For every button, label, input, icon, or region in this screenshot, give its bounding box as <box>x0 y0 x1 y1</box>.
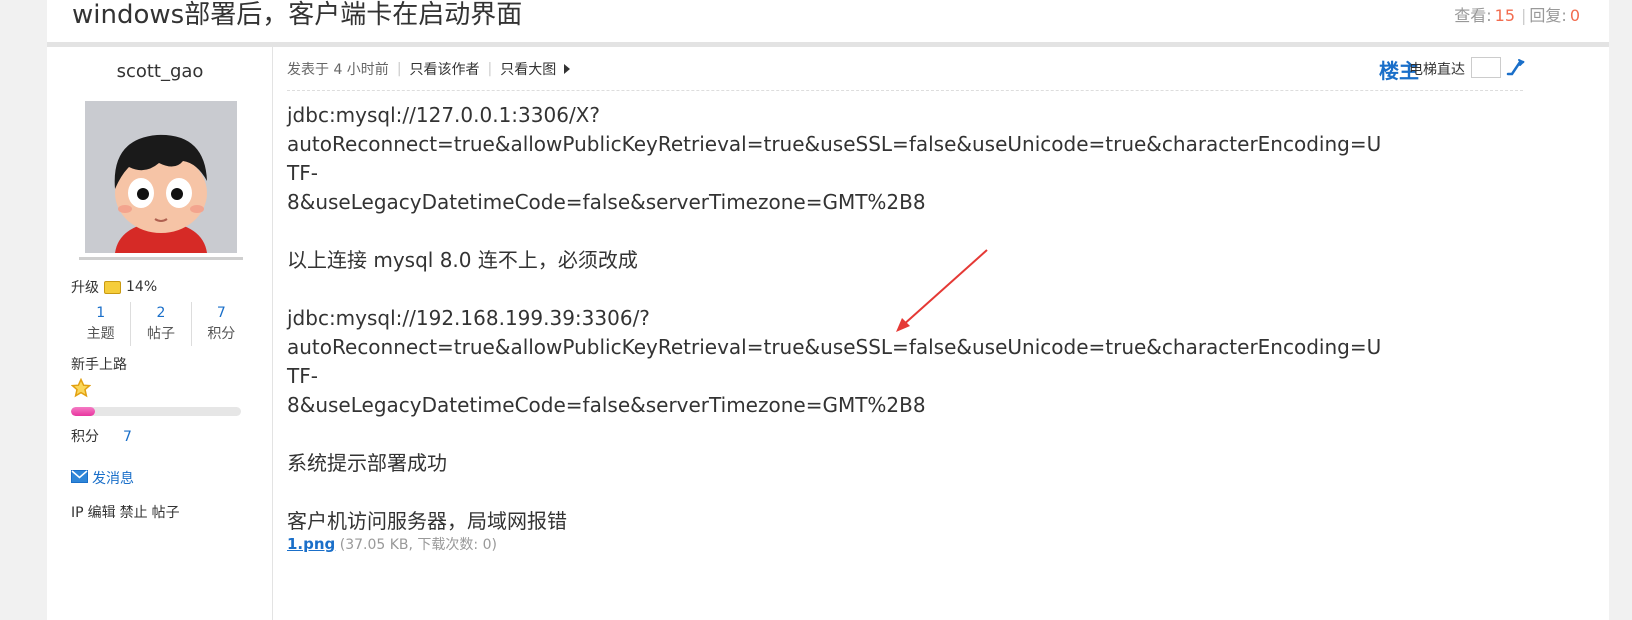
only-author-link[interactable]: 只看该作者 <box>410 59 480 79</box>
jump-floor-input[interactable] <box>1471 57 1501 78</box>
thread-header: windows部署后，客户端卡在启动界面 查看: 15 | 回复: 0 <box>47 0 1609 42</box>
attachment: 1.png (37.05 KB, 下载次数: 0) <box>287 534 497 554</box>
star-icon <box>70 377 92 403</box>
author-sidebar: scott_gao 升级 14% 1 主题 2 帖子 7 积分 新手上路 积分 … <box>47 47 273 620</box>
avatar-underline <box>79 257 243 260</box>
points-value[interactable]: 7 <box>123 429 132 445</box>
post-meta: 发表于 4 小时前 | 只看该作者 | 只看大图 <box>287 59 571 79</box>
count-label: 主题 <box>86 326 115 342</box>
count-topics[interactable]: 1 主题 <box>71 302 130 346</box>
post-content: jdbc:mysql://127.0.0.1:3306/X? autoRecon… <box>287 101 1387 536</box>
rank-title: 新手上路 <box>71 357 127 373</box>
views-count: 15 <box>1494 6 1516 25</box>
level-label: 升级 <box>71 280 99 296</box>
attachment-filename[interactable]: 1.png <box>287 535 335 553</box>
author-counts: 1 主题 2 帖子 7 积分 <box>71 302 251 346</box>
envelope-icon <box>71 469 88 487</box>
large-image-link[interactable]: 只看大图 <box>500 59 556 79</box>
count-value[interactable]: 7 <box>192 302 251 324</box>
thread-title: windows部署后，客户端卡在启动界面 <box>72 0 523 30</box>
replies-label: 回复: <box>1529 6 1567 25</box>
jump-go-icon[interactable] <box>1505 57 1525 82</box>
content-line: jdbc:mysql://192.168.199.39:3306/? <box>287 306 650 330</box>
post-body: 发表于 4 小时前 | 只看该作者 | 只看大图 楼主 电梯直达 jdbc:my… <box>287 47 1525 620</box>
count-posts[interactable]: 2 帖子 <box>130 302 190 346</box>
send-message-label[interactable]: 发消息 <box>92 468 134 488</box>
content-line: 系统提示部署成功 <box>287 451 447 475</box>
send-message-button[interactable]: 发消息 <box>71 468 134 488</box>
avatar[interactable] <box>85 101 237 253</box>
attachment-info: (37.05 KB, 下载次数: 0) <box>339 537 497 553</box>
content-line: autoReconnect=true&allowPublicKeyRetriev… <box>287 132 1382 185</box>
count-points[interactable]: 7 积分 <box>190 302 251 346</box>
content-line: 8&useLegacyDatetimeCode=false&serverTime… <box>287 190 926 214</box>
content-line: jdbc:mysql://127.0.0.1:3306/X? <box>287 103 600 127</box>
post-time: 发表于 4 小时前 <box>287 62 389 78</box>
meta-separator: | <box>487 61 493 77</box>
points-label: 积分 <box>71 429 99 445</box>
author-username[interactable]: scott_gao <box>47 61 273 82</box>
count-label: 积分 <box>207 326 236 342</box>
post-meta-bar: 发表于 4 小时前 | 只看该作者 | 只看大图 楼主 电梯直达 <box>287 47 1525 91</box>
views-label: 查看: <box>1454 6 1492 25</box>
meta-separator: | <box>396 61 402 77</box>
level-progress: 14% <box>126 279 158 295</box>
count-value[interactable]: 1 <box>71 302 130 324</box>
admin-link-posts[interactable]: 帖子 <box>152 505 180 521</box>
level-badge-icon <box>104 280 121 294</box>
content-line: 以上连接 mysql 8.0 连不上，必须改成 <box>287 248 638 272</box>
points-row: 积分 7 <box>71 426 132 446</box>
content-line: autoReconnect=true&allowPublicKeyRetriev… <box>287 335 1382 388</box>
admin-link-edit[interactable]: 编辑 <box>88 505 116 521</box>
rank-progress-fill <box>71 407 95 416</box>
replies-count: 0 <box>1569 6 1580 25</box>
thread-stats: 查看: 15 | 回复: 0 <box>1454 2 1583 26</box>
level-row: 升级 14% <box>71 277 157 297</box>
stats-separator: | <box>1521 6 1527 25</box>
triangle-right-icon[interactable] <box>564 64 571 74</box>
admin-links: IP 编辑 禁止 帖子 <box>71 502 184 522</box>
content-line: 客户机访问服务器，局域网报错 <box>287 509 567 533</box>
count-label: 帖子 <box>146 326 175 342</box>
content-line: 8&useLegacyDatetimeCode=false&serverTime… <box>287 393 926 417</box>
count-value[interactable]: 2 <box>131 302 190 324</box>
rank-progress-bar <box>71 407 241 416</box>
admin-link-ip[interactable]: IP <box>71 505 84 521</box>
admin-link-ban[interactable]: 禁止 <box>120 505 148 521</box>
red-arrow-annotation <box>896 249 988 332</box>
thread-page: windows部署后，客户端卡在启动界面 查看: 15 | 回复: 0 scott_ga… <box>47 0 1609 620</box>
jump-label: 电梯直达 <box>1409 62 1465 78</box>
